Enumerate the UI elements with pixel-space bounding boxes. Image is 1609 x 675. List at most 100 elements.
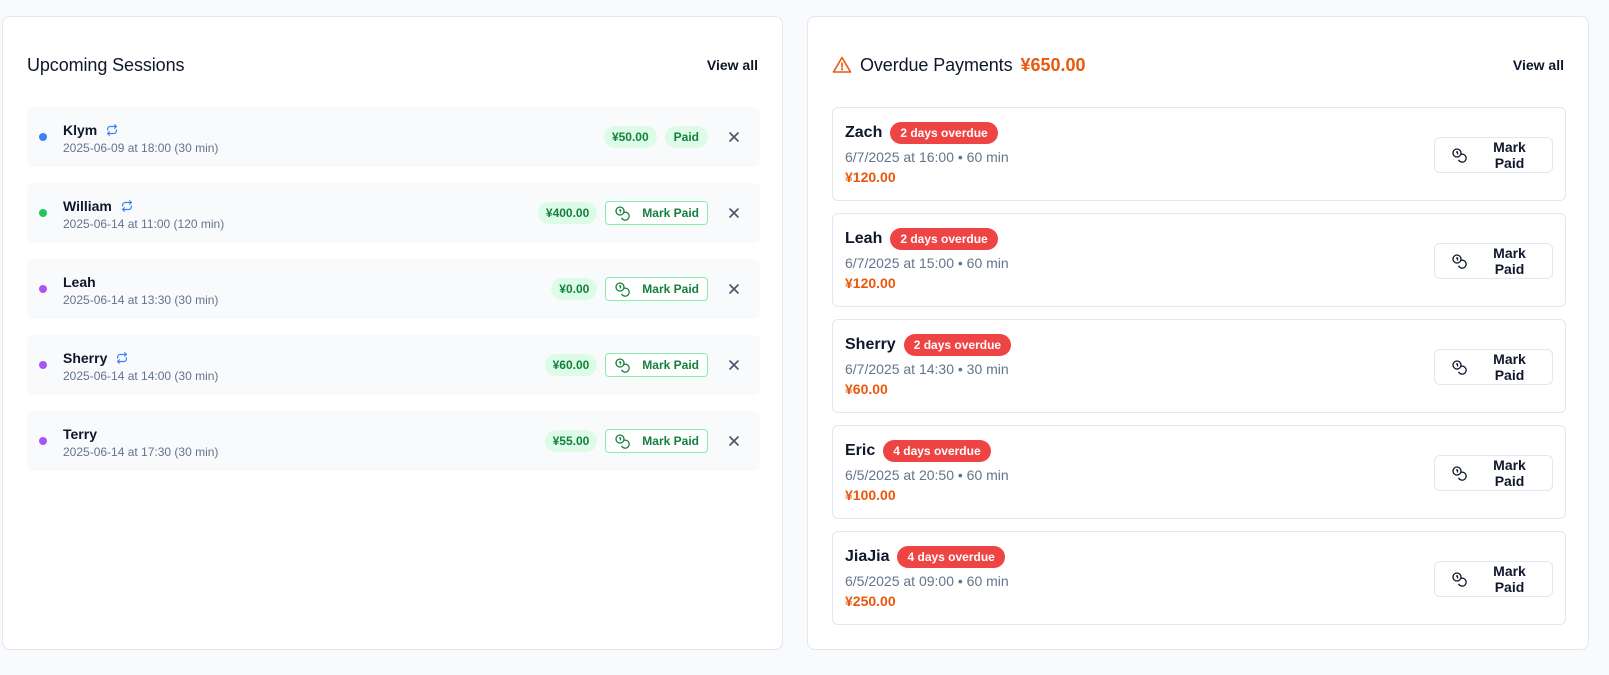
coins-icon (615, 206, 631, 221)
coins-icon (1452, 254, 1467, 269)
coins-icon (1452, 466, 1467, 481)
overdue-item: Leah 2 days overdue 6/7/2025 at 15:00 • … (832, 213, 1566, 307)
close-icon (729, 132, 739, 142)
upcoming-sessions-title: Upcoming Sessions (27, 54, 185, 75)
mark-paid-label: Mark Paid (1493, 457, 1526, 489)
session-item[interactable]: Klym 2025-06-09 at 18:00 (30 min) ¥50.00… (27, 107, 760, 167)
coins-icon (615, 358, 631, 373)
session-item[interactable]: William 2025-06-14 at 11:00 (120 min) ¥4… (27, 183, 760, 243)
close-icon (729, 436, 739, 446)
mark-paid-button[interactable]: Mark Paid (1434, 243, 1553, 279)
session-color-dot (39, 285, 47, 293)
session-price-badge: ¥60.00 (544, 354, 598, 376)
mark-paid-label: Mark Paid (1493, 351, 1526, 383)
session-item[interactable]: Leah 2025-06-14 at 13:30 (30 min) ¥0.00 … (27, 259, 760, 319)
mark-paid-label: Mark Paid (642, 434, 699, 448)
mark-paid-label: Mark Paid (1493, 245, 1526, 277)
session-actions: ¥55.00 Mark Paid (544, 429, 746, 453)
close-icon (729, 284, 739, 294)
remove-session-button[interactable] (722, 353, 746, 377)
session-info: Klym 2025-06-09 at 18:00 (30 min) (63, 120, 604, 155)
mark-paid-label: Mark Paid (642, 282, 699, 296)
overdue-item: JiaJia 4 days overdue 6/5/2025 at 09:00 … (832, 531, 1566, 625)
warning-triangle-icon (832, 55, 852, 75)
overdue-view-all-button[interactable]: View all (1501, 51, 1576, 79)
overdue-client-name: JiaJia (845, 548, 890, 565)
remove-session-button[interactable] (722, 277, 746, 301)
coins-icon (1452, 148, 1467, 163)
overdue-days-badge: 2 days overdue (890, 228, 998, 250)
overdue-item: Sherry 2 days overdue 6/7/2025 at 14:30 … (832, 319, 1566, 413)
mark-paid-label: Mark Paid (1493, 139, 1526, 171)
overdue-item: Zach 2 days overdue 6/7/2025 at 16:00 • … (832, 107, 1566, 201)
mark-paid-button[interactable]: Mark Paid (605, 353, 708, 377)
session-name: Terry (63, 425, 97, 442)
session-time: 2025-06-14 at 14:00 (30 min) (63, 368, 219, 383)
overdue-payments-title: Overdue Payments (860, 54, 1013, 75)
overdue-days-badge: 4 days overdue (897, 546, 1005, 568)
session-price-badge: ¥55.00 (544, 430, 598, 452)
mark-paid-label: Mark Paid (1493, 563, 1526, 595)
session-color-dot (39, 361, 47, 369)
mark-paid-button[interactable]: Mark Paid (1434, 455, 1553, 491)
repeat-icon (115, 351, 129, 365)
repeat-icon (105, 123, 119, 137)
session-info: William 2025-06-14 at 11:00 (120 min) (63, 196, 538, 231)
remove-session-button[interactable] (722, 201, 746, 225)
close-icon (729, 208, 739, 218)
session-price-badge: ¥400.00 (537, 202, 598, 224)
mark-paid-button[interactable]: Mark Paid (1434, 349, 1553, 385)
coins-icon (1452, 360, 1467, 375)
upcoming-sessions-header: Upcoming Sessions View all (27, 51, 758, 79)
session-price-badge: ¥0.00 (551, 278, 598, 300)
overdue-client-name: Leah (845, 230, 883, 247)
session-item[interactable]: Sherry 2025-06-14 at 14:00 (30 min) ¥60.… (27, 335, 760, 395)
session-color-dot (39, 209, 47, 217)
remove-session-button[interactable] (722, 429, 746, 453)
coins-icon (1452, 572, 1467, 587)
overdue-payments-header: Overdue Payments ¥650.00 View all (832, 51, 1564, 79)
paid-status-badge: Paid (664, 126, 708, 148)
mark-paid-button[interactable]: Mark Paid (605, 429, 708, 453)
session-time: 2025-06-09 at 18:00 (30 min) (63, 140, 219, 155)
overdue-list: Zach 2 days overdue 6/7/2025 at 16:00 • … (832, 107, 1566, 637)
coins-icon (615, 434, 631, 449)
session-actions: ¥400.00 Mark Paid (537, 201, 746, 225)
mark-paid-button[interactable]: Mark Paid (605, 201, 708, 225)
remove-session-button[interactable] (722, 125, 746, 149)
session-name: Leah (63, 273, 96, 290)
session-info: Leah 2025-06-14 at 13:30 (30 min) (63, 272, 551, 307)
session-name: Klym (63, 121, 98, 138)
overdue-item: Eric 4 days overdue 6/5/2025 at 20:50 • … (832, 425, 1566, 519)
mark-paid-label: Mark Paid (642, 358, 699, 372)
mark-paid-button[interactable]: Mark Paid (605, 277, 708, 301)
session-name: William (63, 197, 112, 214)
overdue-days-badge: 4 days overdue (883, 440, 991, 462)
session-item[interactable]: Terry 2025-06-14 at 17:30 (30 min) ¥55.0… (27, 411, 760, 471)
coins-icon (615, 282, 631, 297)
overdue-client-name: Zach (845, 124, 883, 141)
session-color-dot (39, 133, 47, 141)
session-actions: ¥60.00 Mark Paid (544, 353, 746, 377)
session-color-dot (39, 437, 47, 445)
mark-paid-label: Mark Paid (642, 206, 699, 220)
overdue-total-amount: ¥650.00 (1020, 54, 1086, 75)
mark-paid-button[interactable]: Mark Paid (1434, 137, 1553, 173)
session-time: 2025-06-14 at 17:30 (30 min) (63, 444, 219, 459)
repeat-icon (120, 199, 134, 213)
upcoming-sessions-card: Upcoming Sessions View all Klym 2025-06-… (2, 16, 783, 650)
overdue-client-name: Eric (845, 442, 876, 459)
session-info: Terry 2025-06-14 at 17:30 (30 min) (63, 424, 545, 459)
session-name: Sherry (63, 349, 108, 366)
overdue-payments-card: Overdue Payments ¥650.00 View all Zach 2… (807, 16, 1589, 650)
session-time: 2025-06-14 at 13:30 (30 min) (63, 292, 219, 307)
session-info: Sherry 2025-06-14 at 14:00 (30 min) (63, 348, 545, 383)
close-icon (729, 360, 739, 370)
session-time: 2025-06-14 at 11:00 (120 min) (63, 216, 225, 231)
session-price-badge: ¥50.00 (603, 126, 657, 148)
overdue-days-badge: 2 days overdue (903, 334, 1012, 356)
upcoming-view-all-button[interactable]: View all (695, 51, 770, 79)
sessions-list: Klym 2025-06-09 at 18:00 (30 min) ¥50.00… (27, 107, 760, 487)
mark-paid-button[interactable]: Mark Paid (1434, 561, 1553, 597)
session-actions: ¥50.00 Paid (603, 125, 746, 149)
